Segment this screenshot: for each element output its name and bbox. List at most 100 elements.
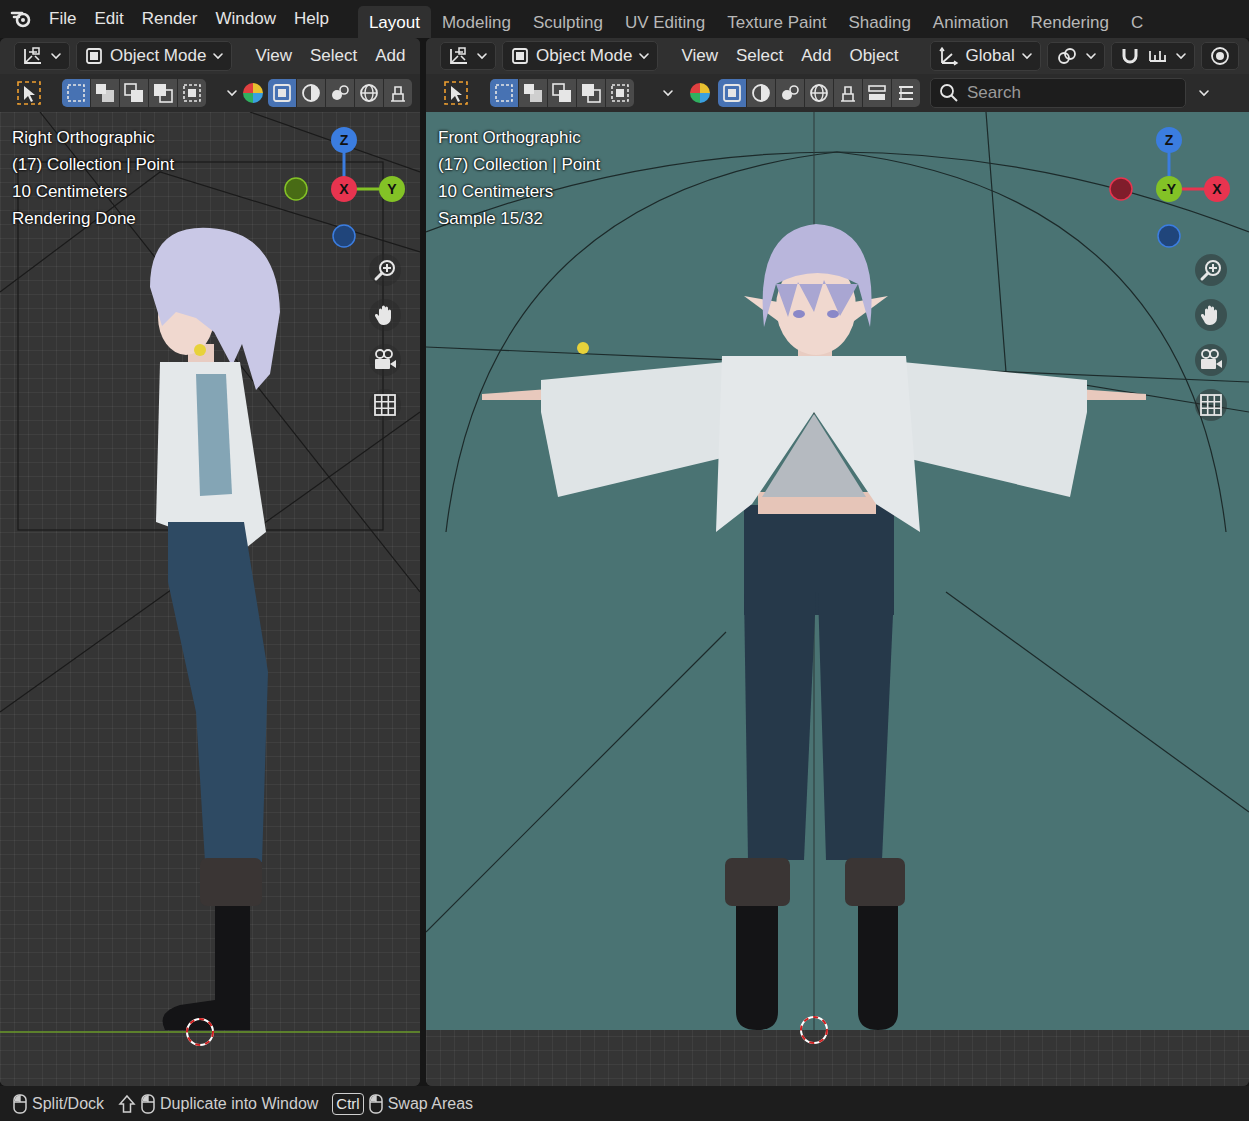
pivot-point-dropdown[interactable] (1047, 42, 1105, 70)
ortho-toggle-button[interactable] (369, 389, 401, 421)
workspace-tab[interactable]: Layout (358, 6, 431, 38)
viewport-toggle-icon (866, 82, 888, 104)
viewport-overlay-text: Right Orthographic(17) Collection | Poin… (12, 124, 174, 232)
options-dropdown[interactable] (654, 79, 682, 107)
viewport-canvas[interactable]: Right Orthographic(17) Collection | Poin… (0, 112, 420, 1086)
header-menu[interactable]: Select (727, 41, 792, 71)
zoom-button[interactable] (1195, 254, 1227, 286)
header-extra-button[interactable] (1190, 79, 1218, 107)
transform-orientation-dropdown[interactable]: Global (930, 41, 1041, 71)
viewport-toggle-button[interactable] (805, 79, 833, 107)
selection-mode-button[interactable] (178, 79, 206, 107)
viewport-toggle-button[interactable] (718, 79, 746, 107)
header-menu[interactable]: Select (301, 41, 366, 71)
app-menu-item[interactable]: Help (285, 4, 338, 34)
viewport-area: Object Mode ViewSelectAddObject Global Fron… (426, 38, 1249, 1086)
camera-view-button[interactable] (369, 344, 401, 376)
mode-dropdown[interactable]: Object Mode (502, 41, 658, 71)
mouse-icon (368, 1093, 384, 1115)
gizmo-axis-label: Z (1165, 133, 1174, 147)
overlay-line: (17) Collection | Point (438, 151, 600, 178)
viewport-toggle-button[interactable] (384, 79, 412, 107)
selection-mode-button[interactable] (62, 79, 90, 107)
navigation-gizmo[interactable]: Z -Y X (1107, 127, 1231, 251)
header-menu[interactable]: Add (366, 41, 414, 71)
active-tool-button[interactable] (442, 79, 470, 107)
header-menu[interactable]: Object (840, 41, 907, 71)
header-menu[interactable]: View (672, 41, 727, 71)
selection-mode-button[interactable] (490, 79, 518, 107)
selection-mode-button[interactable] (577, 79, 605, 107)
snap-increment-icon (1147, 45, 1169, 67)
selection-mode-icon (123, 82, 145, 104)
viewport-toggle-button[interactable] (863, 79, 891, 107)
viewport-editor-icon (448, 46, 470, 66)
header-menu[interactable]: View (246, 41, 301, 71)
gizmo-axis[interactable]: X (1204, 176, 1230, 202)
selection-mode-button[interactable] (548, 79, 576, 107)
snap-dropdown[interactable] (1111, 42, 1195, 70)
gizmo-axis[interactable]: Z (331, 127, 357, 153)
status-hint: Split/Dock (12, 1092, 104, 1116)
selection-mode-button[interactable] (91, 79, 119, 107)
viewport-toggle-button[interactable] (747, 79, 775, 107)
options-dropdown[interactable] (226, 79, 238, 107)
selection-mode-button[interactable] (149, 79, 177, 107)
viewport-toggle-button[interactable] (297, 79, 325, 107)
search-field[interactable] (930, 78, 1186, 108)
mode-label: Object Mode (110, 43, 206, 69)
workspace-tab[interactable]: Sculpting (522, 6, 614, 38)
app-menu-item[interactable]: Edit (85, 4, 132, 34)
viewport-toggle-button[interactable] (892, 79, 920, 107)
header-menu[interactable]: Add (792, 41, 840, 71)
workspace-tab[interactable]: C (1120, 6, 1154, 38)
app-menu-item[interactable]: Window (206, 4, 284, 34)
material-preview-button[interactable] (242, 79, 264, 107)
ctrl-key: Ctrl (332, 1093, 363, 1115)
workspace-tab[interactable]: Modeling (431, 6, 522, 38)
navigation-buttons (369, 254, 401, 421)
viewport-toggle-button[interactable] (326, 79, 354, 107)
navigation-gizmo[interactable]: ZXY (282, 127, 406, 251)
gizmo-axis-label: -Y (1162, 182, 1176, 196)
overlay-line: Rendering Done (12, 205, 174, 232)
viewport-header: Object Mode ViewSelectAddObject Global (426, 38, 1249, 74)
chevron-down-icon (476, 51, 488, 61)
viewport-toggle-button[interactable] (355, 79, 383, 107)
app-menu-item[interactable]: Render (133, 4, 207, 34)
gizmo-axis[interactable]: X (331, 176, 357, 202)
editor-type-dropdown[interactable] (14, 42, 70, 70)
viewport-toggle-button[interactable] (834, 79, 862, 107)
editor-type-dropdown[interactable] (440, 42, 496, 70)
workspace-tab[interactable]: Rendering (1019, 6, 1119, 38)
workspace-tab[interactable]: UV Editing (614, 6, 716, 38)
pan-button[interactable] (369, 299, 401, 331)
material-preview-button[interactable] (686, 79, 714, 107)
app-menu-item[interactable]: File (40, 4, 85, 34)
proportional-edit-button[interactable] (1201, 42, 1239, 70)
overlay-line: Right Orthographic (12, 124, 174, 151)
viewport-canvas[interactable]: Front Orthographic(17) Collection | Poin… (426, 112, 1249, 1086)
gizmo-axis[interactable]: Z (1156, 127, 1182, 153)
workspace-tab[interactable]: Shading (837, 6, 921, 38)
active-tool-button[interactable] (16, 79, 42, 107)
search-input[interactable] (965, 79, 1177, 107)
zoom-button[interactable] (369, 254, 401, 286)
camera-view-button[interactable] (1195, 344, 1227, 376)
selection-mode-button[interactable] (519, 79, 547, 107)
selection-mode-button[interactable] (606, 79, 634, 107)
top-bar: FileEditRenderWindowHelp LayoutModelingSc… (0, 0, 1249, 38)
mode-dropdown[interactable]: Object Mode (76, 41, 232, 71)
blender-menu-button[interactable] (8, 5, 36, 33)
workspace-tab[interactable]: Animation (922, 6, 1020, 38)
viewport-toggle-button[interactable] (776, 79, 804, 107)
status-hint: CtrlSwap Areas (332, 1092, 473, 1116)
workspace-tab[interactable]: Texture Paint (716, 6, 837, 38)
gizmo-axis[interactable]: -Y (1156, 176, 1182, 202)
pan-button[interactable] (1195, 299, 1227, 331)
gizmo-axis[interactable]: Y (379, 176, 405, 202)
viewport-toggle-icon (808, 82, 830, 104)
selection-mode-button[interactable] (120, 79, 148, 107)
ortho-toggle-button[interactable] (1195, 389, 1227, 421)
viewport-toggle-button[interactable] (268, 79, 296, 107)
